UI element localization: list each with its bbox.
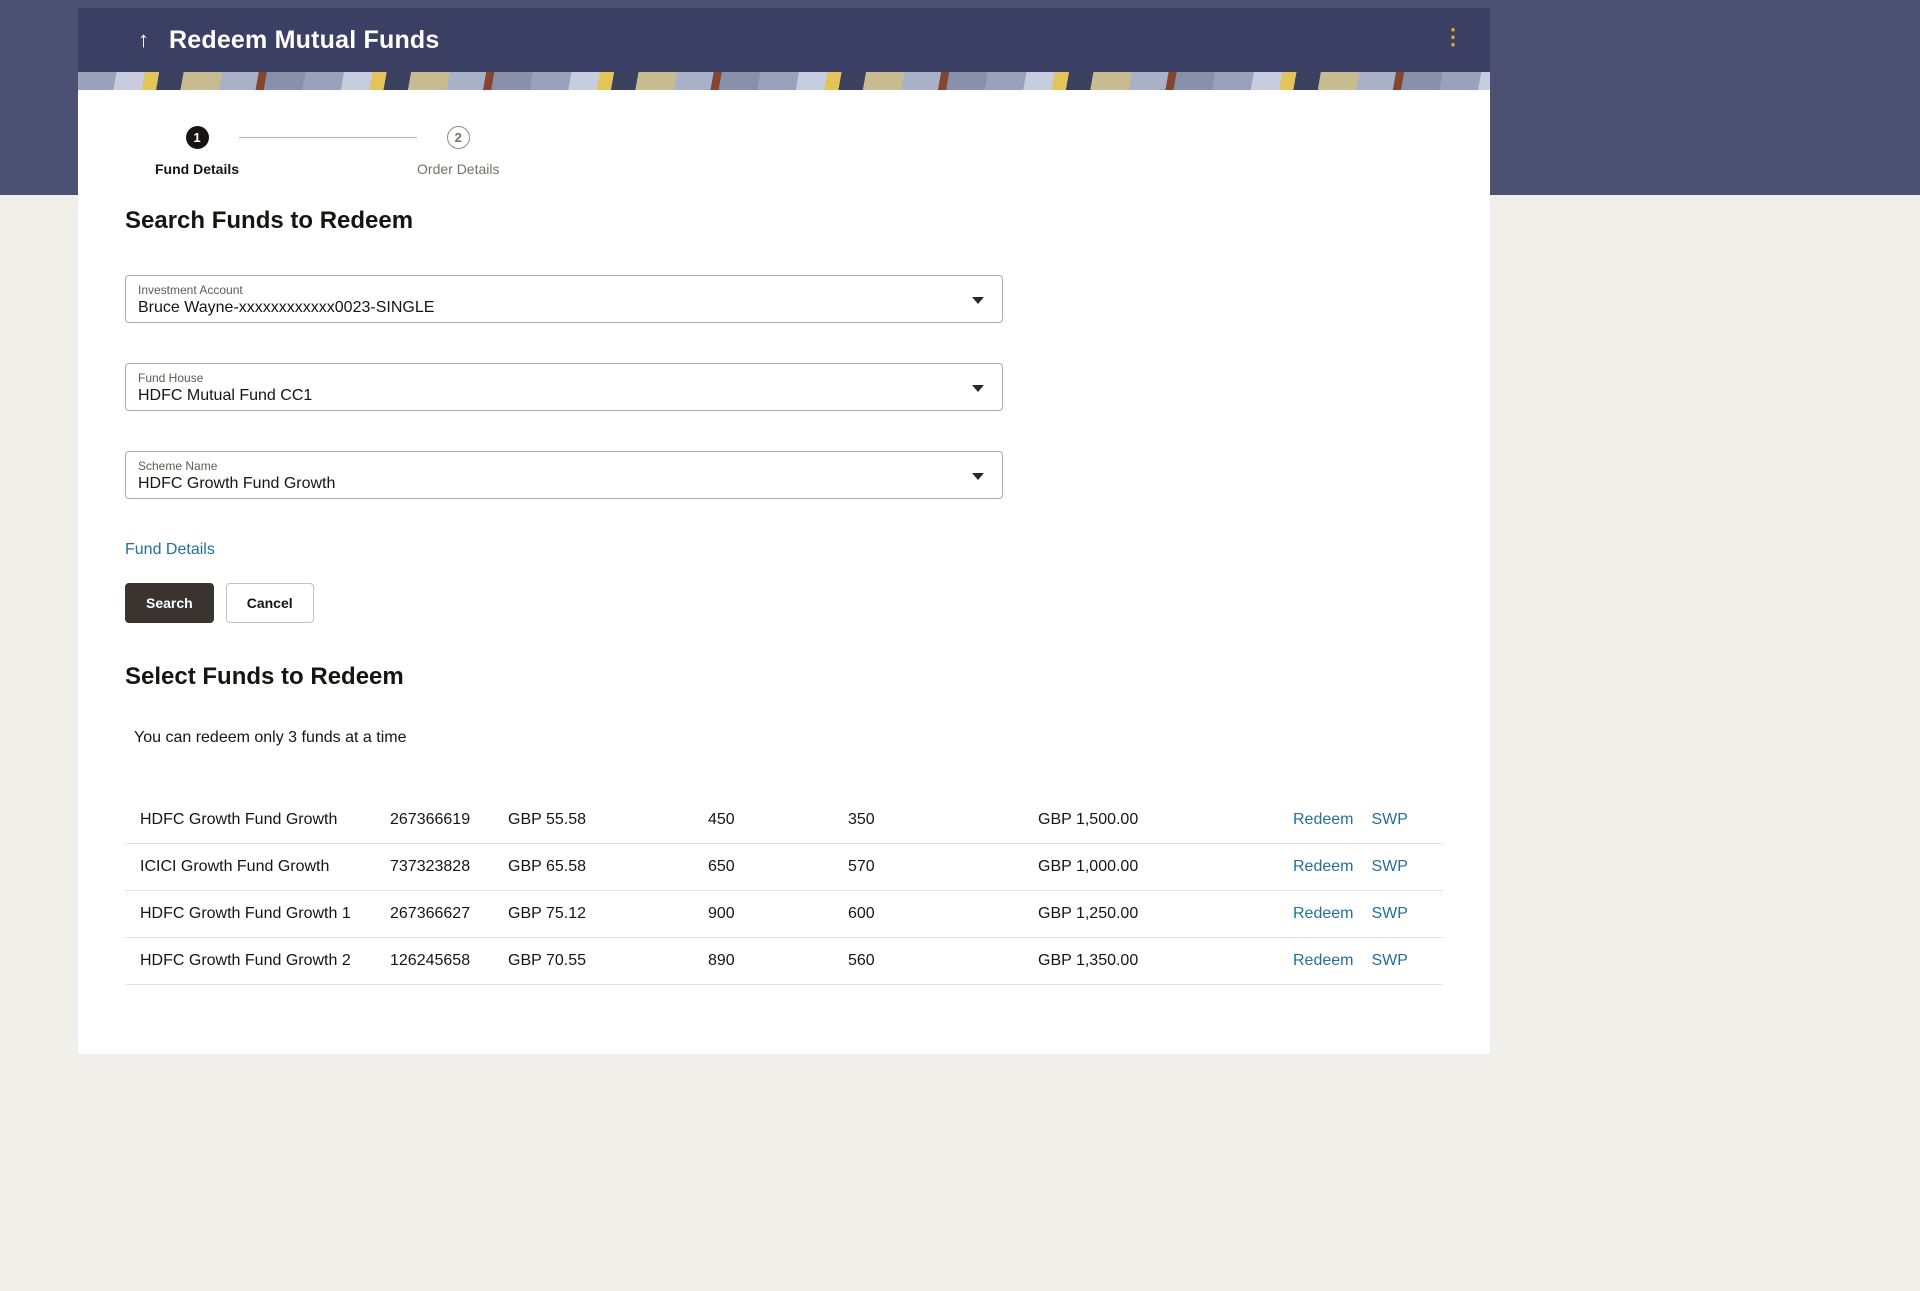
redeem-link[interactable]: Redeem bbox=[1293, 811, 1353, 829]
row-actions: Redeem SWP bbox=[1268, 952, 1443, 970]
redeemable-units: 560 bbox=[848, 952, 1038, 970]
units-held: 890 bbox=[708, 952, 848, 970]
kebab-menu-icon[interactable]: ⋮ bbox=[1442, 26, 1464, 48]
swp-link[interactable]: SWP bbox=[1371, 952, 1407, 970]
banner-image bbox=[78, 72, 1490, 90]
app-header: ↑ Redeem Mutual Funds ⋮ bbox=[78, 8, 1490, 72]
folio-number: 737323828 bbox=[390, 858, 508, 876]
stepper-connector bbox=[239, 137, 417, 138]
fund-row: HDFC Growth Fund Growth 1 267366627 GBP … bbox=[125, 891, 1443, 938]
search-funds-heading: Search Funds to Redeem bbox=[125, 207, 1443, 235]
fund-row: HDFC Growth Fund Growth 2 126245658 GBP … bbox=[125, 938, 1443, 985]
fund-amount: GBP 1,350.00 bbox=[1038, 952, 1268, 970]
main-content: 1 Fund Details 2 Order Details Search Fu… bbox=[78, 90, 1490, 1054]
fund-amount: GBP 1,250.00 bbox=[1038, 905, 1268, 923]
units-held: 450 bbox=[708, 811, 848, 829]
chevron-down-icon bbox=[972, 385, 984, 392]
fund-amount: GBP 1,500.00 bbox=[1038, 811, 1268, 829]
investment-account-select[interactable]: Investment Account Bruce Wayne-xxxxxxxxx… bbox=[125, 275, 1003, 323]
swp-link[interactable]: SWP bbox=[1371, 858, 1407, 876]
cancel-button[interactable]: Cancel bbox=[226, 583, 314, 623]
scheme-name-select[interactable]: Scheme Name HDFC Growth Fund Growth bbox=[125, 451, 1003, 499]
fund-details-link[interactable]: Fund Details bbox=[125, 541, 215, 559]
step-1-circle: 1 bbox=[186, 126, 209, 149]
units-held: 650 bbox=[708, 858, 848, 876]
button-row: Search Cancel bbox=[125, 583, 1443, 623]
back-arrow-icon[interactable]: ↑ bbox=[138, 27, 149, 53]
redeem-limit-note: You can redeem only 3 funds at a time bbox=[134, 729, 1443, 747]
fund-row: HDFC Growth Fund Growth 267366619 GBP 55… bbox=[125, 797, 1443, 844]
step-order-details[interactable]: 2 Order Details bbox=[417, 126, 499, 177]
step-1-label: Fund Details bbox=[155, 161, 239, 177]
chevron-down-icon bbox=[972, 297, 984, 304]
nav-value: GBP 55.58 bbox=[508, 811, 708, 829]
scheme-name-value: HDFC Growth Fund Growth bbox=[138, 475, 962, 493]
fund-row: ICICI Growth Fund Growth 737323828 GBP 6… bbox=[125, 844, 1443, 891]
fund-house-value: HDFC Mutual Fund CC1 bbox=[138, 387, 962, 405]
fund-amount: GBP 1,000.00 bbox=[1038, 858, 1268, 876]
redeemable-units: 600 bbox=[848, 905, 1038, 923]
redeemable-units: 570 bbox=[848, 858, 1038, 876]
folio-number: 267366627 bbox=[390, 905, 508, 923]
nav-value: GBP 75.12 bbox=[508, 905, 708, 923]
fund-name: ICICI Growth Fund Growth bbox=[140, 858, 390, 876]
fund-house-select[interactable]: Fund House HDFC Mutual Fund CC1 bbox=[125, 363, 1003, 411]
redeemable-units: 350 bbox=[848, 811, 1038, 829]
scheme-name-label: Scheme Name bbox=[138, 459, 962, 473]
folio-number: 126245658 bbox=[390, 952, 508, 970]
page-title: Redeem Mutual Funds bbox=[169, 26, 440, 55]
page: ↑ Redeem Mutual Funds ⋮ 1 Fund Details 2… bbox=[0, 0, 1920, 1291]
chevron-down-icon bbox=[972, 473, 984, 480]
row-actions: Redeem SWP bbox=[1268, 811, 1443, 829]
fund-name: HDFC Growth Fund Growth 1 bbox=[140, 905, 390, 923]
step-2-circle: 2 bbox=[447, 126, 470, 149]
step-2-label: Order Details bbox=[417, 161, 499, 177]
stepper: 1 Fund Details 2 Order Details bbox=[155, 126, 1443, 177]
folio-number: 267366619 bbox=[390, 811, 508, 829]
swp-link[interactable]: SWP bbox=[1371, 905, 1407, 923]
redeem-link[interactable]: Redeem bbox=[1293, 905, 1353, 923]
redeem-link[interactable]: Redeem bbox=[1293, 952, 1353, 970]
units-held: 900 bbox=[708, 905, 848, 923]
fund-house-label: Fund House bbox=[138, 371, 962, 385]
select-funds-heading: Select Funds to Redeem bbox=[125, 663, 1443, 691]
search-button[interactable]: Search bbox=[125, 583, 214, 623]
fund-name: HDFC Growth Fund Growth bbox=[140, 811, 390, 829]
row-actions: Redeem SWP bbox=[1268, 905, 1443, 923]
investment-account-value: Bruce Wayne-xxxxxxxxxxxx0023-SINGLE bbox=[138, 299, 962, 317]
investment-account-label: Investment Account bbox=[138, 283, 962, 297]
row-actions: Redeem SWP bbox=[1268, 858, 1443, 876]
nav-value: GBP 65.58 bbox=[508, 858, 708, 876]
fund-name: HDFC Growth Fund Growth 2 bbox=[140, 952, 390, 970]
nav-value: GBP 70.55 bbox=[508, 952, 708, 970]
step-fund-details[interactable]: 1 Fund Details bbox=[155, 126, 239, 177]
redeem-mutual-funds-card: ↑ Redeem Mutual Funds ⋮ 1 Fund Details 2… bbox=[78, 8, 1490, 1054]
funds-table: HDFC Growth Fund Growth 267366619 GBP 55… bbox=[125, 797, 1443, 985]
swp-link[interactable]: SWP bbox=[1371, 811, 1407, 829]
redeem-link[interactable]: Redeem bbox=[1293, 858, 1353, 876]
